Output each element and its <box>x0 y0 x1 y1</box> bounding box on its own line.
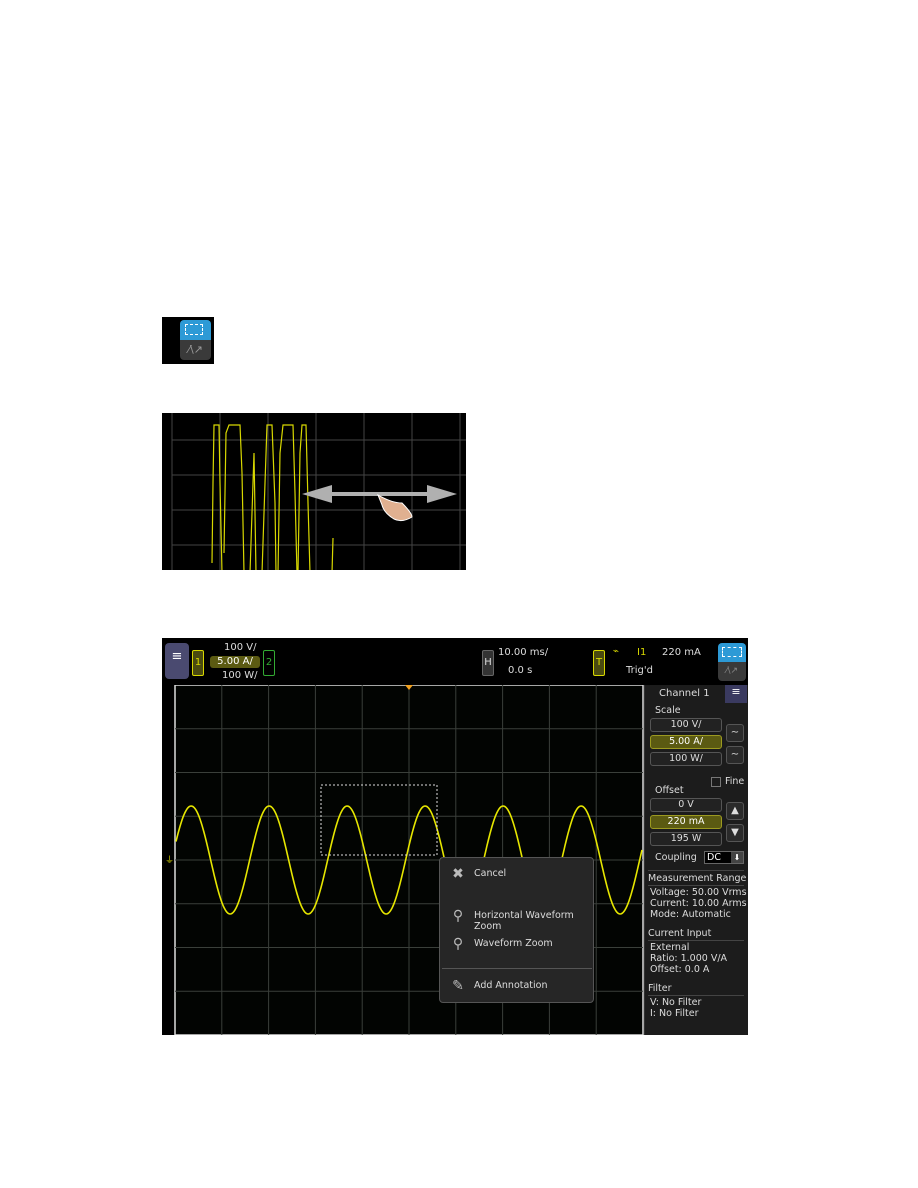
panel-title: Channel 1 <box>659 688 710 699</box>
offset-power-button[interactable]: 195 W <box>650 832 722 846</box>
current-range: Current: 10.00 Arms <box>650 898 747 909</box>
trigger-channel: I1 <box>637 647 647 658</box>
menu-divider <box>442 968 592 969</box>
horizontal-button[interactable]: H <box>482 650 494 676</box>
trigger-button[interactable]: T <box>593 650 605 676</box>
cancel-icon: ✖ <box>452 866 464 882</box>
channel-1-button[interactable]: 1 <box>192 650 204 676</box>
offset-voltage-button[interactable]: 0 V <box>650 798 722 812</box>
channel-settings-panel: Channel 1 ≡ Scale 100 V/ 5.00 A/ 100 W/ … <box>644 685 748 1035</box>
scale-power: 100 W/ <box>222 670 258 681</box>
scale-power-button[interactable]: 100 W/ <box>650 752 722 766</box>
fine-checkbox[interactable] <box>711 777 721 787</box>
rectangle-select-icon <box>180 320 211 340</box>
current-input-type: External <box>650 942 690 953</box>
voltage-range: Voltage: 50.00 Vrms <box>650 887 747 898</box>
offset-label: Offset <box>655 785 684 796</box>
annotation-icon: ✎ <box>452 978 464 994</box>
scale-current[interactable]: 5.00 A/ <box>210 656 260 668</box>
top-bar: ≡ 1 100 V/ 5.00 A/ 100 W/ 2 H 10.00 ms/ … <box>162 638 748 685</box>
menu-item-waveform-zoom[interactable]: ⚲ Waveform Zoom <box>440 934 595 956</box>
coupling-label: Coupling <box>655 852 697 863</box>
offset-up-arrow-icon[interactable]: ▲ <box>726 802 744 820</box>
offset-current-button[interactable]: 220 mA <box>650 815 722 829</box>
ground-marker: ⏚ <box>165 855 174 866</box>
oscilloscope-screen: ≡ 1 100 V/ 5.00 A/ 100 W/ 2 H 10.00 ms/ … <box>162 638 748 1035</box>
fine-label: Fine <box>725 776 745 787</box>
trigger-status: Trig'd <box>626 665 653 676</box>
time-per-div: 10.00 ms/ <box>498 647 549 658</box>
voltage-filter: V: No Filter <box>650 997 702 1008</box>
current-input-title: Current Input <box>648 928 712 939</box>
dropdown-arrow-icon: ⬇ <box>731 852 743 863</box>
touch-zoom-mode-icon[interactable]: ⁄\↗ <box>162 317 214 364</box>
filter-title: Filter <box>648 983 672 994</box>
channel-2-button[interactable]: 2 <box>263 650 275 676</box>
scale-label: Scale <box>655 705 681 716</box>
drag-gesture-example <box>162 413 466 574</box>
current-filter: I: No Filter <box>650 1008 699 1019</box>
falling-edge-icon: ⌁ <box>613 646 620 657</box>
scale-current-button[interactable]: 5.00 A/ <box>650 735 722 749</box>
horizontal-zoom-icon: ⚲ <box>452 908 464 924</box>
menu-item-cancel[interactable]: ✖ Cancel <box>440 864 595 886</box>
hand-icon <box>377 493 413 522</box>
scale-up-knob-icon[interactable]: ∼ <box>726 724 744 742</box>
measurement-range-title: Measurement Range <box>648 873 747 884</box>
time-delay: 0.0 s <box>508 665 533 676</box>
trigger-level: 220 mA <box>662 647 701 658</box>
waveform-zoom-icon: ⚲ <box>452 936 464 952</box>
menu-item-horizontal-waveform-zoom[interactable]: ⚲ Horizontal Waveform Zoom <box>440 906 595 932</box>
current-offset: Offset: 0.0 A <box>650 964 710 975</box>
example-graticule <box>171 413 466 574</box>
current-ratio: Ratio: 1.000 V/A <box>650 953 728 964</box>
scale-down-knob-icon[interactable]: ∼ <box>726 746 744 764</box>
coupling-value: DC <box>707 852 721 863</box>
range-mode: Mode: Automatic <box>650 909 731 920</box>
main-menu-button[interactable]: ≡ <box>165 643 189 679</box>
double-arrow-icon <box>302 485 457 503</box>
freehand-icon: ⁄\↗ <box>180 340 211 360</box>
touch-zoom-mode-button[interactable]: ⁄\↗ <box>718 643 746 681</box>
scale-voltage-button[interactable]: 100 V/ <box>650 718 722 732</box>
context-menu: ✖ Cancel ⚲ Horizontal Waveform Zoom ⚲ Wavef… <box>439 857 594 1003</box>
panel-menu-button[interactable]: ≡ <box>725 685 747 703</box>
offset-down-arrow-icon[interactable]: ▼ <box>726 824 744 842</box>
menu-item-add-annotation[interactable]: ✎ Add Annotation <box>440 976 595 998</box>
scale-voltage: 100 V/ <box>224 642 257 653</box>
coupling-select[interactable]: DC ⬇ <box>704 851 744 864</box>
